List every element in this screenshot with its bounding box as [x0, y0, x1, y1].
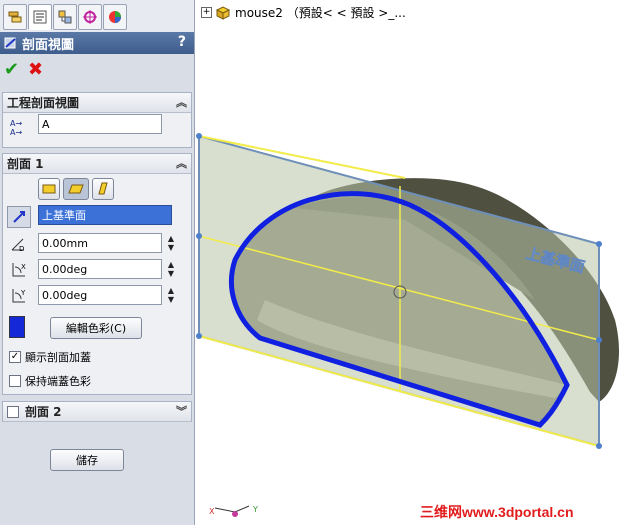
plane-handle[interactable] — [196, 133, 202, 139]
section-name-icon: A→ A→ — [7, 117, 29, 137]
triad-origin-icon — [232, 511, 238, 517]
group-header[interactable]: 剖面 1 ︽ — [3, 154, 191, 174]
section-1-group: 剖面 1 ︽ 上基準面 D 0.00mm ▲ ▼ X 0.00deg ▲ ▼ Y 0… — [2, 153, 192, 395]
x-rotation-icon: X — [7, 260, 29, 280]
x-rotation-spinner[interactable]: ▲ ▼ — [167, 260, 175, 278]
plane-handle[interactable] — [196, 333, 202, 339]
group-title: 剖面 1 — [7, 157, 44, 171]
svg-text:X: X — [21, 263, 26, 271]
watermark: 三维网www.3dportal.cn — [420, 504, 574, 520]
tab-display-manager[interactable] — [103, 4, 127, 30]
section-plane-field[interactable]: 上基準面 — [38, 205, 172, 225]
x-rotation-field[interactable]: 0.00deg — [38, 259, 162, 279]
group-title: 剖面 2 — [25, 405, 62, 419]
edit-color-button[interactable]: 編輯色彩(C) — [50, 317, 142, 339]
triad-x-label: X — [209, 507, 215, 516]
reverse-direction-button[interactable] — [7, 206, 31, 228]
svg-text:A→: A→ — [10, 119, 22, 128]
checkbox-box[interactable] — [9, 375, 21, 387]
group-header[interactable]: 工程剖面視圖 ︽ — [3, 93, 191, 113]
plane-handle[interactable] — [196, 233, 202, 239]
ok-button[interactable]: ✔ — [4, 59, 19, 80]
cancel-button[interactable]: ✖ — [28, 59, 43, 80]
help-icon[interactable]: ? — [178, 34, 186, 50]
graphics-viewport[interactable]: + mouse2 （預設< < 預設 >_... 上基準面 X Y — [195, 0, 640, 525]
chevron-up-icon[interactable]: ︽ — [176, 94, 187, 110]
group-title: 工程剖面視圖 — [7, 96, 80, 110]
plane-handle[interactable] — [596, 241, 602, 247]
keep-cap-color-checkbox[interactable]: 保持端蓋色彩 — [9, 373, 91, 389]
section-plane-front-button[interactable] — [38, 178, 60, 200]
axis-triad-icon — [214, 505, 250, 513]
model-view: 上基準面 X Y — [196, 133, 620, 517]
property-manager-header: 剖面視圖 ? — [0, 32, 194, 54]
panel-title: 剖面視圖 — [22, 37, 75, 53]
checkbox-label: 顯示剖面加蓋 — [25, 351, 91, 364]
section-2-group: 剖面 2 ︾ — [2, 401, 192, 422]
svg-text:Y: Y — [20, 289, 26, 297]
show-section-cap-checkbox[interactable]: ✓ 顯示剖面加蓋 — [9, 349, 91, 365]
reverse-direction-icon — [13, 211, 25, 223]
action-row: ✔ ✖ — [0, 56, 194, 82]
feature-tree-icon — [8, 11, 22, 23]
svg-text:A→: A→ — [10, 128, 22, 136]
save-button[interactable]: 儲存 — [50, 449, 124, 471]
front-plane-icon — [42, 184, 56, 194]
section-view-icon — [4, 37, 16, 49]
top-plane-icon — [68, 184, 84, 194]
triad-y-label: Y — [252, 505, 258, 514]
plane-handle[interactable] — [596, 443, 602, 449]
property-manager-panel: 剖面視圖 ? ✔ ✖ 工程剖面視圖 ︽ A→ A→ A 剖面 1 ︽ 上基準面 … — [0, 0, 195, 525]
dimxpert-icon — [83, 10, 97, 24]
section-plane-right-button[interactable] — [92, 178, 114, 200]
section-plane-top-button[interactable] — [63, 178, 89, 200]
tab-configuration[interactable] — [53, 4, 77, 30]
svg-text:D: D — [19, 245, 24, 253]
checkbox-label: 保持端蓋色彩 — [25, 375, 91, 388]
plane-handle[interactable] — [596, 337, 602, 343]
drawing-section-view-group: 工程剖面視圖 ︽ A→ A→ A — [2, 92, 192, 148]
tab-feature-tree[interactable] — [3, 4, 27, 30]
offset-spinner[interactable]: ▲ ▼ — [167, 234, 175, 252]
display-manager-icon — [109, 11, 121, 23]
y-rotation-spinner[interactable]: ▲ ▼ — [167, 286, 175, 304]
chevron-up-icon[interactable]: ︽ — [176, 155, 187, 171]
chevron-down-icon[interactable]: ︾ — [176, 403, 187, 419]
tab-dimxpert[interactable] — [78, 4, 102, 30]
y-rotation-field[interactable]: 0.00deg — [38, 285, 162, 305]
section-2-checkbox[interactable] — [7, 405, 19, 418]
section-color-swatch — [9, 316, 25, 338]
property-manager-icon — [33, 10, 47, 24]
group-header[interactable]: 剖面 2 ︾ — [3, 402, 191, 422]
right-plane-icon — [98, 182, 108, 195]
y-rotation-icon: Y — [7, 286, 29, 306]
section-name-field[interactable]: A — [38, 114, 162, 134]
configuration-icon — [58, 10, 72, 24]
offset-distance-icon: D — [7, 234, 29, 254]
checkbox-box[interactable]: ✓ — [9, 351, 21, 363]
offset-distance-field[interactable]: 0.00mm — [38, 233, 162, 253]
panel-tab-bar — [0, 0, 194, 33]
tab-property-manager[interactable] — [28, 4, 52, 30]
